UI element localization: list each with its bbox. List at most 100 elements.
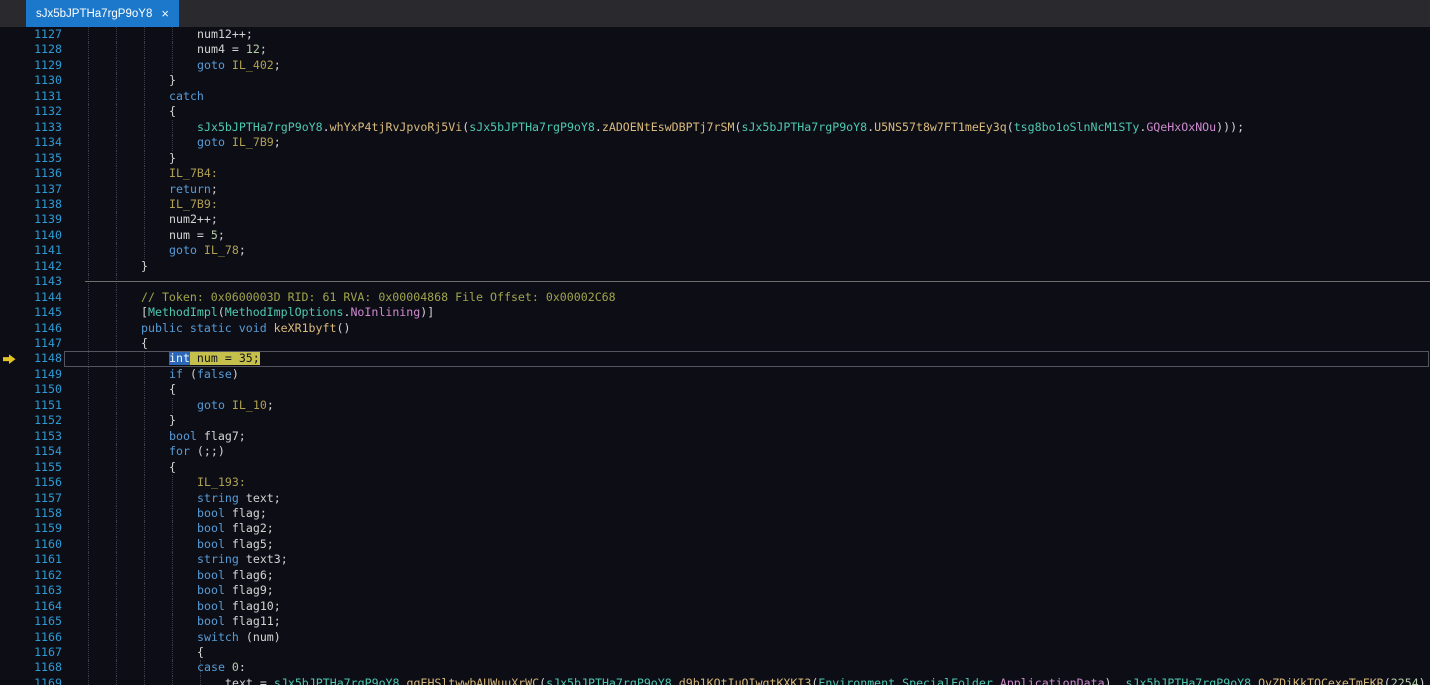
code-line[interactable]: 1135} — [0, 150, 1430, 167]
code-line[interactable]: 1141 goto IL_78; — [0, 243, 1430, 259]
breakpoint-margin-cell[interactable] — [0, 351, 18, 366]
code-line[interactable]: 1158 bool flag; — [0, 505, 1430, 522]
breakpoint-margin-cell[interactable] — [0, 73, 18, 88]
breakpoint-margin-cell[interactable] — [0, 398, 18, 413]
line-number[interactable]: 1164 — [18, 599, 62, 614]
breakpoint-margin-cell[interactable] — [0, 336, 18, 351]
code-line[interactable]: 1147 { — [0, 336, 1430, 352]
breakpoint-margin-cell[interactable] — [0, 475, 18, 490]
line-number[interactable]: 1139 — [18, 212, 62, 227]
code-line[interactable]: 1154 for (;;) — [0, 444, 1430, 460]
breakpoint-margin-cell[interactable] — [0, 382, 18, 397]
code-line[interactable]: 1134 goto IL_7B9; — [0, 135, 1430, 151]
code-line[interactable]: 1150 { — [0, 382, 1430, 398]
line-number[interactable]: 1149 — [18, 367, 62, 382]
line-number[interactable]: 1138 — [18, 197, 62, 212]
line-number[interactable]: 1135 — [18, 151, 62, 166]
code-line[interactable]: 1168 case 0: — [0, 660, 1430, 676]
breakpoint-margin-cell[interactable] — [0, 614, 18, 629]
line-number[interactable]: 1140 — [18, 228, 62, 243]
line-number[interactable]: 1128 — [18, 42, 62, 57]
line-number[interactable]: 1132 — [18, 104, 62, 119]
line-number[interactable]: 1131 — [18, 89, 62, 104]
code-line[interactable]: 1162 bool flag6; — [0, 567, 1430, 584]
breakpoint-margin-cell[interactable] — [0, 120, 18, 135]
breakpoint-margin-cell[interactable] — [0, 537, 18, 552]
code-editor[interactable]: 1127 num12++; 1128 num4 = 12; 1129 goto IL_40… — [0, 27, 1430, 685]
line-number[interactable]: 1127 — [18, 27, 62, 42]
breakpoint-margin-cell[interactable] — [0, 630, 18, 645]
line-number[interactable]: 1154 — [18, 444, 62, 459]
breakpoint-margin-cell[interactable] — [0, 491, 18, 506]
line-number[interactable]: 1162 — [18, 568, 62, 583]
code-line[interactable]: 1164 bool flag10; — [0, 598, 1430, 615]
breakpoint-margin-cell[interactable] — [0, 104, 18, 119]
code-line[interactable]: 1160 bool flag5; — [0, 536, 1430, 553]
code-line[interactable]: 1130} — [0, 73, 1430, 89]
code-line[interactable]: 1165 bool flag11; — [0, 614, 1430, 630]
line-number[interactable]: 1155 — [18, 460, 62, 475]
breakpoint-margin-cell[interactable] — [0, 583, 18, 598]
code-line[interactable]: 1151 goto IL_10; — [0, 397, 1430, 414]
line-number[interactable]: 1142 — [18, 259, 62, 274]
line-number[interactable]: 1130 — [18, 73, 62, 88]
breakpoint-margin-cell[interactable] — [0, 89, 18, 104]
line-number[interactable]: 1136 — [18, 166, 62, 181]
line-number[interactable]: 1165 — [18, 614, 62, 629]
line-number[interactable]: 1141 — [18, 243, 62, 258]
tab-active[interactable]: sJx5bJPTHa7rgP9oY8 × — [26, 0, 179, 27]
line-number[interactable]: 1129 — [18, 58, 62, 73]
breakpoint-margin-cell[interactable] — [0, 259, 18, 274]
line-number[interactable]: 1161 — [18, 552, 62, 567]
code-line[interactable]: 1161 string text3; — [0, 552, 1430, 568]
line-number[interactable]: 1163 — [18, 583, 62, 598]
breakpoint-margin-cell[interactable] — [0, 243, 18, 258]
line-number[interactable]: 1157 — [18, 491, 62, 506]
breakpoint-margin-cell[interactable] — [0, 228, 18, 243]
code-line[interactable]: 1128 num4 = 12; — [0, 42, 1430, 58]
code-line[interactable]: 1132 { — [0, 104, 1430, 120]
code-line[interactable]: 1159 bool flag2; — [0, 521, 1430, 537]
breakpoint-margin-cell[interactable] — [0, 444, 18, 459]
breakpoint-margin-cell[interactable] — [0, 429, 18, 444]
code-line[interactable]: 1152} — [0, 413, 1430, 429]
breakpoint-margin-cell[interactable] — [0, 413, 18, 428]
line-number[interactable]: 1146 — [18, 321, 62, 336]
code-line[interactable]: 1169 text = sJx5bJPTHa7rgP9oY8.ggEHSltwwb… — [0, 675, 1430, 685]
line-number[interactable]: 1156 — [18, 475, 62, 490]
code-line[interactable]: 1156 IL_193: — [0, 475, 1430, 491]
breakpoint-margin-cell[interactable] — [0, 151, 18, 166]
line-number[interactable]: 1148 — [18, 351, 62, 366]
breakpoint-margin-cell[interactable] — [0, 197, 18, 212]
breakpoint-margin-cell[interactable] — [0, 135, 18, 150]
code-line[interactable]: 1144 // Token: 0x0600003D RID: 61 RVA: 0x… — [0, 289, 1430, 306]
current-statement-arrow-icon[interactable] — [2, 354, 16, 364]
breakpoint-margin-cell[interactable] — [0, 42, 18, 57]
breakpoint-margin-cell[interactable] — [0, 660, 18, 675]
code-line[interactable]: 1136 IL_7B4: — [0, 166, 1430, 182]
breakpoint-margin-cell[interactable] — [0, 305, 18, 320]
line-number[interactable]: 1143 — [18, 274, 62, 289]
code-line[interactable]: 1129 goto IL_402; — [0, 57, 1430, 74]
breakpoint-margin-cell[interactable] — [0, 568, 18, 583]
line-number[interactable]: 1160 — [18, 537, 62, 552]
code-line[interactable]: 1145 [MethodImpl(MethodImplOptions.NoInli… — [0, 305, 1430, 321]
line-number[interactable]: 1133 — [18, 120, 62, 135]
breakpoint-margin-cell[interactable] — [0, 166, 18, 181]
breakpoint-margin-cell[interactable] — [0, 212, 18, 227]
code-line[interactable]: 1131 catch — [0, 88, 1430, 105]
breakpoint-margin-cell[interactable] — [0, 460, 18, 475]
code-line[interactable]: 1138 IL_7B9: — [0, 196, 1430, 213]
code-line[interactable]: 1142} — [0, 258, 1430, 275]
code-line[interactable]: 1167 { — [0, 645, 1430, 661]
line-number[interactable]: 1151 — [18, 398, 62, 413]
line-number[interactable]: 1166 — [18, 630, 62, 645]
code-line[interactable]: 1137 return; — [0, 181, 1430, 197]
breakpoint-margin-cell[interactable] — [0, 552, 18, 567]
code-line[interactable]: 1143 — [0, 274, 1430, 290]
breakpoint-margin-cell[interactable] — [0, 521, 18, 536]
line-number[interactable]: 1153 — [18, 429, 62, 444]
breakpoint-margin-cell[interactable] — [0, 274, 18, 289]
tab-close-icon[interactable]: × — [161, 7, 169, 20]
breakpoint-margin-cell[interactable] — [0, 676, 18, 685]
